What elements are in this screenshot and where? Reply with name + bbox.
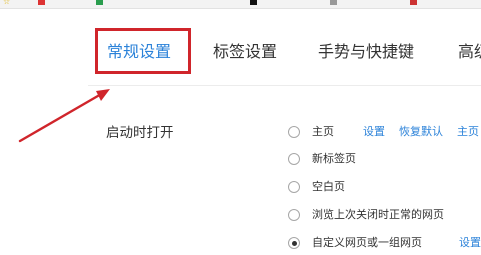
favicon-icon (410, 0, 417, 5)
restore-default-link[interactable]: 恢复默认 (399, 123, 443, 141)
tabs-divider (88, 85, 481, 86)
option-label: 自定义网页或一组网页 (312, 236, 422, 249)
tab-advanced[interactable]: 高级 (458, 42, 481, 62)
favicon-icon (38, 0, 45, 5)
radio-button[interactable] (288, 153, 300, 165)
radio-button[interactable] (288, 237, 300, 249)
option-label: 浏览上次关闭时正常的网页 (312, 208, 444, 221)
bookmark-item[interactable] (410, 0, 419, 6)
bookmark-item[interactable] (38, 0, 47, 6)
option-label: 新标签页 (312, 152, 356, 165)
bookmark-bar: ☆ (0, 0, 481, 9)
custom-pages-settings-link[interactable]: 设置 (459, 234, 481, 252)
tab-tab-settings[interactable]: 标签设置 (213, 42, 277, 62)
homepage-settings-link[interactable]: 设置 (363, 123, 385, 141)
favicon-icon (330, 0, 337, 5)
annotation-highlight-box (95, 28, 191, 74)
bookmark-item[interactable] (96, 0, 105, 6)
bookmark-item[interactable] (330, 0, 339, 6)
radio-button[interactable] (288, 126, 300, 138)
radio-button[interactable] (288, 209, 300, 221)
option-label: 空白页 (312, 180, 345, 193)
startup-section-label: 启动时打开 (106, 125, 174, 141)
radio-button[interactable] (288, 181, 300, 193)
favicon-icon (250, 0, 257, 5)
favicon-icon (96, 0, 103, 5)
star-icon: ☆ (3, 0, 11, 6)
bookmark-item[interactable]: ☆ (3, 0, 12, 6)
tab-gestures-shortcuts[interactable]: 手势与快捷键 (318, 42, 414, 62)
homepage-link[interactable]: 主页 (457, 123, 479, 141)
option-label: 主页 (312, 125, 334, 138)
bookmark-item[interactable] (250, 0, 259, 6)
settings-tabs: 常规设置 标签设置 手势与快捷键 高级 (0, 22, 481, 84)
